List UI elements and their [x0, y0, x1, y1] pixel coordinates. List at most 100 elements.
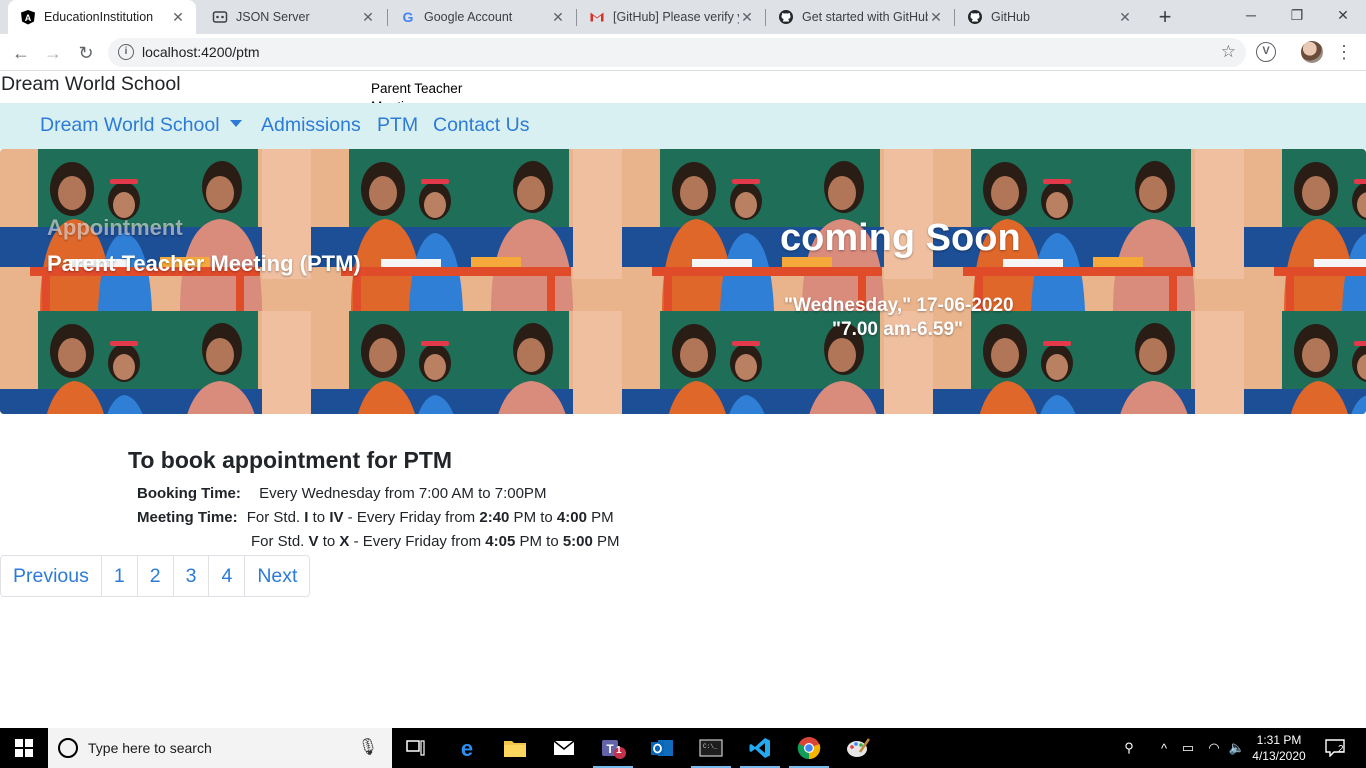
close-window-button[interactable]: ✕: [1320, 0, 1366, 30]
tab-gmail-github-verify[interactable]: [GitHub] Please verify y ✕: [577, 0, 765, 34]
page-next[interactable]: Next: [244, 556, 309, 596]
angular-icon: A: [20, 9, 36, 25]
close-tab-icon[interactable]: ✕: [360, 9, 376, 26]
slot-text: For Std.: [246, 509, 305, 526]
tab-title: GitHub: [991, 10, 1030, 24]
close-tab-icon[interactable]: ✕: [1117, 9, 1133, 26]
svg-text:A: A: [25, 13, 32, 23]
github-icon: [778, 9, 794, 25]
taskbar-clock[interactable]: 1:31 PM 4/13/2020: [1246, 732, 1312, 764]
nav-dropdown-label: Dream World School: [40, 114, 220, 136]
edge-icon[interactable]: e: [443, 728, 491, 768]
volume-icon[interactable]: 🔈: [1227, 728, 1247, 768]
page-previous[interactable]: Previous: [1, 556, 101, 596]
booking-title: To book appointment for PTM: [128, 447, 453, 473]
page-3[interactable]: 3: [172, 556, 209, 596]
people-icon[interactable]: ⚲: [1118, 728, 1140, 768]
site-brand: Dream World School: [1, 73, 181, 95]
github-icon: [967, 9, 983, 25]
paint-icon[interactable]: [834, 728, 882, 768]
notification-count: 2: [1338, 744, 1344, 755]
nav-contact-us[interactable]: Contact Us: [433, 114, 529, 137]
browser-toolbar: ← → ↻ i localhost:4200/ptm ☆ V ⋮: [0, 34, 1366, 71]
tab-title: Google Account: [424, 10, 513, 24]
clock-time: 1:31 PM: [1256, 733, 1302, 747]
notification-center-icon[interactable]: 2: [1320, 728, 1350, 768]
tab-title: JSON Server: [236, 10, 310, 24]
slot-text: 2:40: [479, 509, 510, 526]
slot-text: PM: [586, 509, 614, 526]
close-tab-icon[interactable]: ✕: [170, 9, 186, 26]
tab-title: Get started with GitHub: [802, 10, 928, 24]
teams-icon[interactable]: T 1: [589, 728, 637, 768]
slot-text: - Every Friday from: [343, 509, 480, 526]
outlook-icon[interactable]: [638, 728, 686, 768]
page-viewport: Dream World School Parent Teacher Meetin…: [0, 71, 1366, 728]
mail-icon[interactable]: [540, 728, 588, 768]
cortana-icon: [58, 738, 78, 758]
show-hidden-icons[interactable]: ^: [1155, 728, 1173, 768]
banner-image: [311, 149, 622, 311]
nav-ptm[interactable]: PTM: [377, 114, 418, 137]
menu-kebab-icon[interactable]: ⋮: [1335, 40, 1353, 64]
url-text[interactable]: localhost:4200/ptm: [142, 44, 260, 60]
caret-down-icon: [229, 120, 242, 127]
pagination: Previous 1 2 3 4 Next: [0, 555, 311, 597]
file-explorer-icon[interactable]: [491, 728, 539, 768]
slot-text: 4:00: [556, 509, 587, 526]
windows-taskbar: Type here to search 🎙 e T 1 C:\_ ⚲ ^ ▭ ◠…: [0, 728, 1366, 768]
hero-date: "Wednesday," 17-06-2020: [784, 295, 1014, 316]
page-2[interactable]: 2: [136, 556, 173, 596]
wifi-icon[interactable]: ◠: [1204, 728, 1224, 768]
tab-json-server[interactable]: JSON Server ✕: [200, 0, 386, 34]
page-4[interactable]: 4: [208, 556, 244, 596]
close-tab-icon[interactable]: ✕: [928, 9, 944, 26]
taskbar-search-box[interactable]: Type here to search 🎙: [48, 728, 392, 768]
booking-label: Booking Time:: [137, 485, 241, 502]
forward-icon[interactable]: →: [40, 40, 66, 66]
page-1[interactable]: 1: [100, 556, 137, 596]
address-bar[interactable]: i localhost:4200/ptm ☆: [108, 38, 1246, 67]
hero-coming-soon: coming Soon: [780, 217, 1021, 259]
slot-text: 4:05: [485, 533, 516, 550]
task-view-icon[interactable]: [392, 728, 440, 768]
svg-text:G: G: [403, 9, 414, 25]
tab-google-account[interactable]: G Google Account ✕: [388, 0, 576, 34]
nav-dropdown-school[interactable]: Dream World School: [40, 114, 242, 137]
slot-text: IV: [329, 509, 344, 526]
battery-icon[interactable]: ▭: [1178, 728, 1198, 768]
minimize-button[interactable]: ─: [1228, 0, 1274, 30]
reload-icon[interactable]: ↻: [73, 40, 99, 66]
slot-text: - Every Friday from: [349, 533, 486, 550]
tab-get-started-github[interactable]: Get started with GitHub ✕: [766, 0, 954, 34]
windows-start-icon[interactable]: [0, 728, 48, 768]
info-icon[interactable]: i: [118, 44, 134, 60]
booking-time-row: Booking Time: Every Wednesday from 7:00 …: [137, 485, 546, 502]
vscode-icon[interactable]: [736, 728, 784, 768]
teams-badge: 1: [616, 745, 622, 756]
slot-text: PM: [592, 533, 620, 550]
tab-strip: A EducationInstitution ✕ JSON Server ✕ G…: [0, 0, 1366, 34]
back-icon[interactable]: ←: [8, 40, 34, 66]
banner-image: [1244, 311, 1366, 414]
clock-date: 4/13/2020: [1252, 749, 1306, 763]
microphone-icon[interactable]: 🎙: [358, 737, 378, 757]
extension-icon[interactable]: V: [1256, 42, 1276, 62]
profile-avatar[interactable]: [1301, 41, 1323, 63]
chrome-icon[interactable]: [785, 728, 833, 768]
google-icon: G: [400, 9, 416, 25]
meeting-time-row: Meeting Time: For Std. I to IV - Every F…: [137, 509, 614, 526]
tab-education-institution[interactable]: A EducationInstitution ✕: [8, 0, 196, 34]
slot-text: to: [308, 509, 330, 526]
slot-text: X: [339, 533, 350, 550]
tab-github[interactable]: GitHub ✕: [955, 0, 1143, 34]
bookmark-star-icon[interactable]: ☆: [1221, 42, 1236, 62]
new-tab-button[interactable]: +: [1152, 4, 1178, 30]
close-tab-icon[interactable]: ✕: [550, 9, 566, 26]
meeting-slot-2: For Std. V to X - Every Friday from 4:05…: [251, 533, 620, 550]
main-navbar: Dream World School Admissions PTM Contac…: [0, 103, 1366, 149]
nav-admissions[interactable]: Admissions: [261, 114, 361, 137]
terminal-icon[interactable]: C:\_: [687, 728, 735, 768]
restore-button[interactable]: ❐: [1274, 0, 1320, 30]
close-tab-icon[interactable]: ✕: [739, 9, 755, 26]
